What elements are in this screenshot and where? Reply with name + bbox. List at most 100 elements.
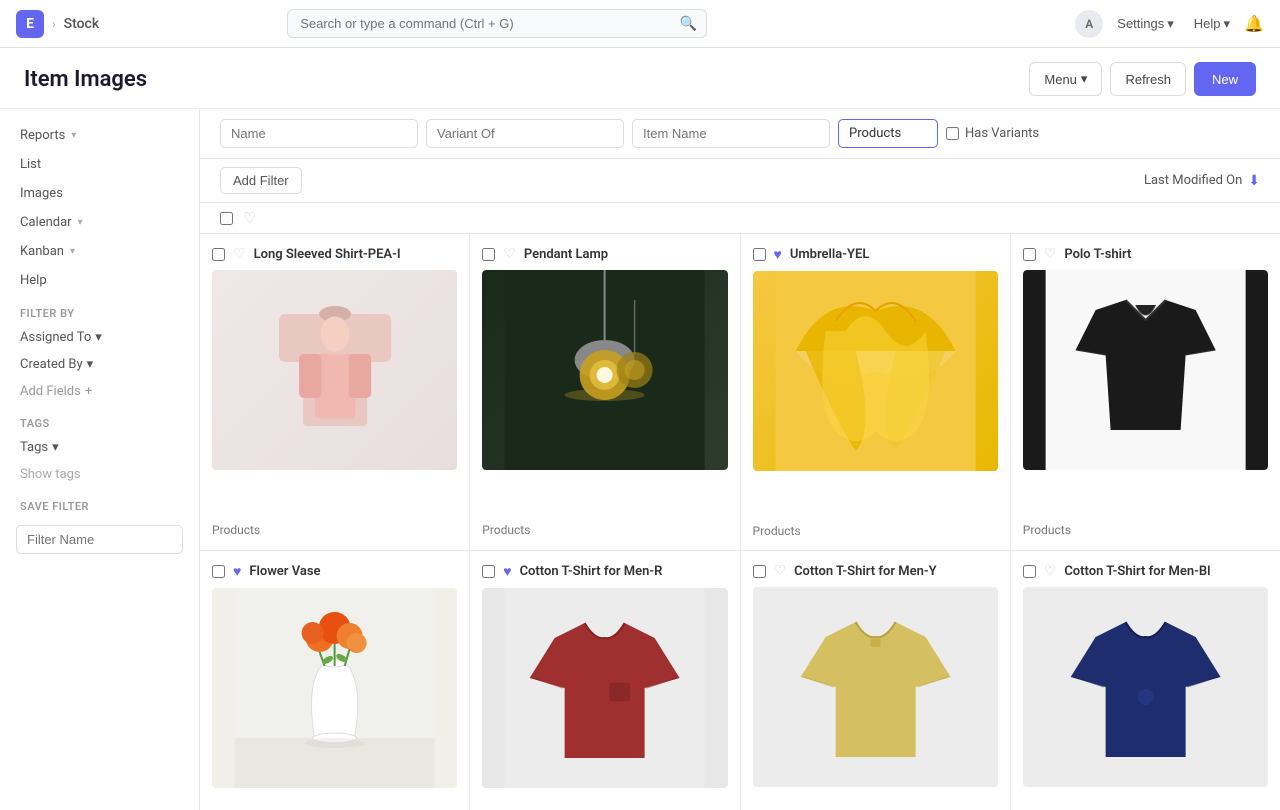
- card-favorite-icon[interactable]: ♥: [503, 563, 511, 580]
- product-card[interactable]: ♥ Umbrella-YEL: [741, 234, 1010, 550]
- assigned-to-chevron-icon: ▾: [95, 330, 102, 345]
- product-card[interactable]: ♥ Cotton T-Shirt for Men-R: [470, 551, 739, 810]
- tags-chevron-icon: ▾: [52, 440, 59, 455]
- card-favorite-icon[interactable]: ♡: [1044, 246, 1057, 262]
- card-select-checkbox[interactable]: [212, 565, 225, 578]
- grid-controls: ♡: [200, 203, 1280, 234]
- sidebar-item-help[interactable]: Help: [0, 266, 199, 295]
- tags-section-label: Tags: [0, 405, 199, 434]
- add-fields-button[interactable]: Add Fields +: [0, 378, 199, 405]
- sidebar-item-list[interactable]: List: [0, 150, 199, 179]
- filter-by-section-label: Filter By: [0, 295, 199, 324]
- refresh-button[interactable]: Refresh: [1110, 62, 1186, 96]
- card-select-checkbox[interactable]: [482, 248, 495, 261]
- select-all-checkbox[interactable]: [220, 212, 233, 225]
- sidebar-tags-item[interactable]: Tags ▾: [0, 434, 199, 461]
- card-title: Polo T-shirt: [1064, 247, 1268, 262]
- search-icon: 🔍: [680, 16, 697, 32]
- settings-button[interactable]: Settings ▾: [1111, 12, 1180, 36]
- search-bar: 🔍: [287, 9, 707, 38]
- main-layout: Reports ▾ List Images Calendar ▾ Kanban …: [0, 109, 1280, 810]
- card-image: [753, 587, 998, 810]
- avatar: A: [1075, 10, 1103, 38]
- product-card[interactable]: ♡ Pendant Lamp: [470, 234, 739, 550]
- sidebar-filter-created-by[interactable]: Created By ▾: [0, 351, 199, 378]
- save-filter-section-label: Save Filter: [0, 488, 199, 517]
- sidebar-item-images[interactable]: Images: [0, 179, 199, 208]
- add-filter-button[interactable]: Add Filter: [220, 167, 302, 194]
- card-favorite-icon[interactable]: ♡: [503, 246, 516, 262]
- card-favorite-icon[interactable]: ♡: [1044, 563, 1057, 579]
- sidebar-item-calendar[interactable]: Calendar ▾: [0, 208, 199, 237]
- sidebar-item-kanban[interactable]: Kanban ▾: [0, 237, 199, 266]
- favorite-all-icon[interactable]: ♡: [243, 209, 256, 227]
- card-image: [482, 270, 727, 515]
- new-button[interactable]: New: [1194, 62, 1256, 96]
- card-favorite-icon[interactable]: ♥: [233, 563, 241, 580]
- product-card[interactable]: ♡ Long Sleeved Shirt-PEA-I: [200, 234, 469, 550]
- menu-button[interactable]: Menu ▾: [1029, 62, 1102, 96]
- page-title: Item Images: [24, 67, 147, 92]
- add-fields-plus-icon: +: [85, 384, 92, 399]
- card-header: ♡ Cotton T-Shirt for Men-Bl: [1023, 563, 1268, 579]
- product-card[interactable]: ♡ Polo T-shirt: [1011, 234, 1280, 550]
- card-image: [1023, 587, 1268, 810]
- notification-bell-icon[interactable]: 🔔: [1244, 14, 1264, 33]
- card-select-checkbox[interactable]: [1023, 248, 1036, 261]
- menu-chevron-icon: ▾: [1081, 71, 1088, 87]
- products-filter[interactable]: Products: [838, 119, 938, 148]
- card-header: ♡ Pendant Lamp: [482, 246, 727, 262]
- filter-actions-bar: Add Filter Last Modified On ⬇: [200, 159, 1280, 203]
- sidebar-item-reports[interactable]: Reports ▾: [0, 121, 199, 150]
- filter-bar: Products Has Variants: [200, 109, 1280, 159]
- card-image: [212, 270, 457, 515]
- calendar-chevron-icon: ▾: [78, 217, 83, 228]
- card-category: Products: [753, 524, 998, 538]
- card-header: ♥ Flower Vase: [212, 563, 457, 580]
- card-header: ♥ Umbrella-YEL: [753, 246, 998, 263]
- nav-right: A Settings ▾ Help ▾ 🔔: [1075, 10, 1264, 38]
- sort-direction-icon[interactable]: ⬇: [1248, 173, 1260, 189]
- card-image: [482, 588, 727, 810]
- card-favorite-icon[interactable]: ♥: [774, 246, 782, 263]
- item-name-filter-input[interactable]: [632, 119, 830, 148]
- sidebar-show-tags[interactable]: Show tags: [0, 461, 199, 488]
- card-select-checkbox[interactable]: [753, 565, 766, 578]
- card-image: [212, 588, 457, 810]
- card-select-checkbox[interactable]: [212, 248, 225, 261]
- reports-chevron-icon: ▾: [71, 130, 76, 141]
- card-title: Cotton T-Shirt for Men-Bl: [1064, 564, 1268, 579]
- breadcrumb-module[interactable]: Stock: [64, 16, 100, 32]
- product-card[interactable]: ♥ Flower Vase: [200, 551, 469, 810]
- created-by-chevron-icon: ▾: [87, 357, 94, 372]
- sidebar-filter-assigned-to[interactable]: Assigned To ▾: [0, 324, 199, 351]
- has-variants-checkbox[interactable]: [946, 127, 959, 140]
- card-category: Products: [212, 523, 457, 537]
- page-header: Item Images Menu ▾ Refresh New: [0, 48, 1280, 109]
- card-header: ♡ Cotton T-Shirt for Men-Y: [753, 563, 998, 579]
- card-select-checkbox[interactable]: [1023, 565, 1036, 578]
- main-content: Products Has Variants Add Filter Last Mo…: [200, 109, 1280, 810]
- card-title: Cotton T-Shirt for Men-R: [520, 564, 728, 579]
- name-filter-input[interactable]: [220, 119, 418, 148]
- card-title: Umbrella-YEL: [790, 247, 998, 262]
- breadcrumb-chevron: ›: [52, 17, 56, 31]
- kanban-chevron-icon: ▾: [70, 246, 75, 257]
- top-navigation: E › Stock 🔍 A Settings ▾ Help ▾ 🔔: [0, 0, 1280, 48]
- card-select-checkbox[interactable]: [753, 248, 766, 261]
- card-select-checkbox[interactable]: [482, 565, 495, 578]
- help-chevron-icon: ▾: [1224, 16, 1231, 32]
- search-input[interactable]: [287, 9, 707, 38]
- app-icon: E: [16, 10, 44, 38]
- sort-label: Last Modified On ⬇: [1144, 173, 1260, 189]
- has-variants-filter[interactable]: Has Variants: [946, 126, 1039, 141]
- card-favorite-icon[interactable]: ♡: [774, 563, 787, 579]
- product-grid: ♡ Long Sleeved Shirt-PEA-I: [200, 234, 1280, 810]
- sidebar: Reports ▾ List Images Calendar ▾ Kanban …: [0, 109, 200, 810]
- help-nav-button[interactable]: Help ▾: [1188, 12, 1236, 36]
- card-favorite-icon[interactable]: ♡: [233, 246, 246, 262]
- product-card[interactable]: ♡ Cotton T-Shirt for Men-Y: [741, 551, 1010, 810]
- filter-name-input[interactable]: [16, 525, 183, 554]
- variant-of-filter-input[interactable]: [426, 119, 624, 148]
- product-card[interactable]: ♡ Cotton T-Shirt for Men-Bl: [1011, 551, 1280, 810]
